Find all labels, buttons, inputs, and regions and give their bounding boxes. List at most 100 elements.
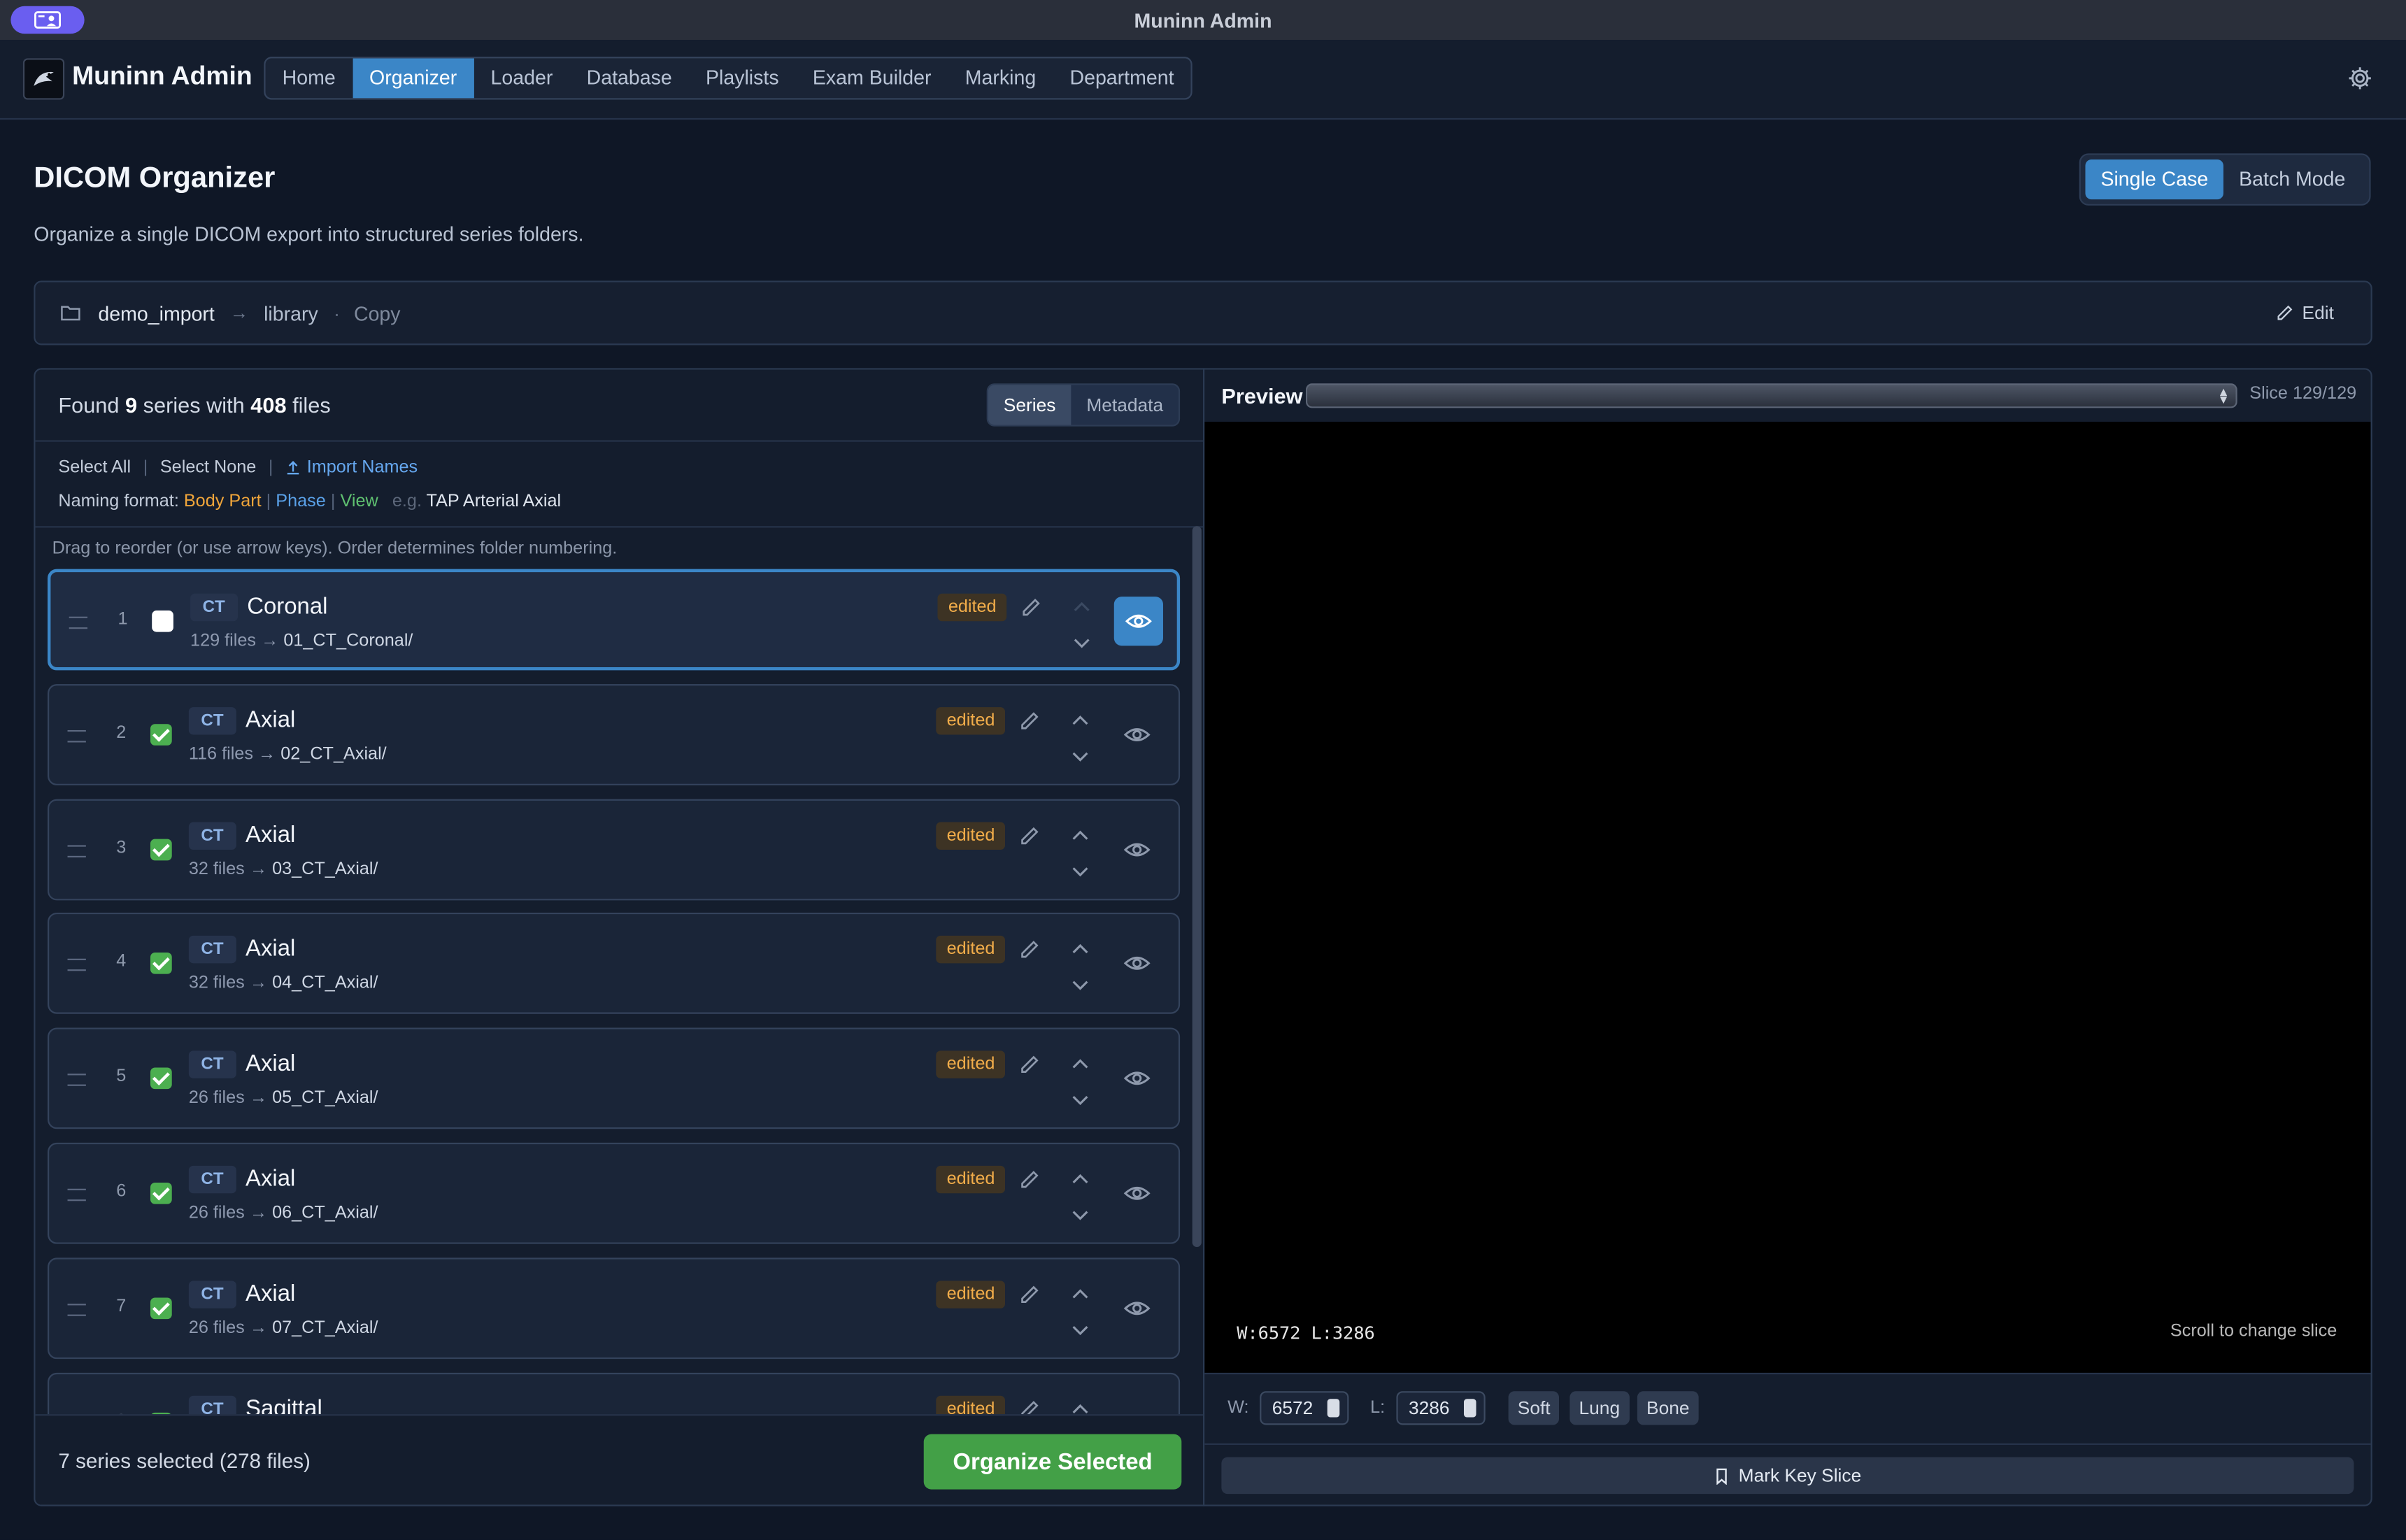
nav-tab-database[interactable]: Database: [569, 58, 688, 98]
import-names-link[interactable]: Import Names: [285, 459, 418, 477]
move-up-icon[interactable]: [1069, 1397, 1091, 1413]
preset-bone-button[interactable]: Bone: [1637, 1391, 1699, 1425]
modality-badge: CT: [188, 821, 236, 850]
page-subtitle: Organize a single DICOM export into stru…: [34, 222, 584, 245]
batch-mode-button[interactable]: Batch Mode: [2223, 159, 2361, 199]
series-row[interactable]: 2 CT Axial 116 files → 02_CT_Axial/edited: [48, 683, 1181, 785]
nav-tab-department[interactable]: Department: [1053, 58, 1190, 98]
select-none-link[interactable]: Select None: [160, 459, 256, 477]
edited-badge: edited: [937, 593, 1007, 622]
series-row[interactable]: 6 CT Axial 26 files → 06_CT_Axial/edited: [48, 1142, 1181, 1244]
eye-icon[interactable]: [1113, 1169, 1162, 1218]
arrow: →: [257, 745, 276, 764]
series-list: 1 CT Coronal 129 files → 01_CT_Coronal/edit…: [35, 566, 1193, 1416]
move-down-icon[interactable]: [1069, 1318, 1091, 1335]
series-checkbox[interactable]: [150, 1067, 172, 1090]
move-down-icon[interactable]: [1069, 743, 1091, 762]
move-up-icon[interactable]: [1069, 938, 1091, 954]
mark-key-slice-button[interactable]: Mark Key Slice: [1221, 1457, 2354, 1495]
series-checkbox[interactable]: [150, 723, 172, 746]
image-viewport[interactable]: W:6572 L:3286 Scroll to change slice: [1204, 422, 2371, 1373]
move-down-icon[interactable]: [1069, 1088, 1091, 1106]
series-summary-row: Found 9 series with 408 files Series Met…: [35, 370, 1204, 442]
eye-icon[interactable]: [1113, 1283, 1162, 1332]
window-pill-icon[interactable]: [10, 6, 85, 34]
stepper-icon[interactable]: [1327, 1399, 1340, 1418]
preset-lung-button[interactable]: Lung: [1569, 1391, 1630, 1425]
series-number: 2: [116, 723, 127, 743]
pencil-icon[interactable]: [1020, 597, 1042, 618]
pencil-icon[interactable]: [1019, 710, 1041, 732]
eye-icon[interactable]: [1113, 825, 1162, 874]
drag-handle-icon[interactable]: [67, 844, 86, 857]
target-folder: 04_CT_Axial/: [272, 974, 378, 993]
move-down-icon[interactable]: [1069, 858, 1091, 876]
preset-soft-button[interactable]: Soft: [1508, 1391, 1560, 1425]
move-down-icon[interactable]: [1069, 973, 1091, 991]
tab-series[interactable]: Series: [988, 385, 1072, 425]
slice-slider[interactable]: ▲ ▼: [1306, 383, 2237, 408]
organize-selected-button[interactable]: Organize Selected: [923, 1434, 1182, 1490]
pencil-icon[interactable]: [1019, 1283, 1041, 1305]
top-nav: Muninn Admin Home Organizer Loader Datab…: [0, 40, 2406, 120]
drag-handle-icon[interactable]: [69, 616, 88, 629]
eye-icon[interactable]: [1113, 1398, 1162, 1416]
stepper-icon[interactable]: [1463, 1399, 1476, 1418]
series-row[interactable]: 5 CT Axial 26 files → 05_CT_Axial/edited: [48, 1027, 1181, 1129]
drag-handle-icon[interactable]: [67, 959, 86, 972]
window-title: Muninn Admin: [1134, 8, 1272, 31]
arrow: →: [249, 860, 268, 878]
nav-tab-loader[interactable]: Loader: [474, 58, 569, 98]
select-all-link[interactable]: Select All: [58, 459, 131, 477]
eye-icon[interactable]: [1113, 1054, 1162, 1103]
series-number: 1: [118, 610, 128, 629]
series-checkbox[interactable]: [150, 1182, 172, 1204]
nav-tab-playlists[interactable]: Playlists: [689, 58, 796, 98]
move-up-icon[interactable]: [1069, 823, 1091, 839]
path-bar: demo_import → library · Copy Edit: [34, 280, 2372, 345]
series-checkbox[interactable]: [152, 610, 173, 632]
drag-handle-icon[interactable]: [67, 1188, 86, 1202]
series-checkbox[interactable]: [150, 838, 172, 860]
series-row[interactable]: 7 CT Axial 26 files → 07_CT_Axial/edited: [48, 1257, 1181, 1359]
move-up-icon[interactable]: [1071, 595, 1092, 611]
drag-handle-icon[interactable]: [67, 1303, 86, 1316]
selection-controls: Select All | Select None | Import Names: [58, 459, 418, 477]
nav-tab-home[interactable]: Home: [266, 58, 353, 98]
gear-icon[interactable]: [2346, 64, 2373, 92]
tab-metadata[interactable]: Metadata: [1071, 385, 1179, 425]
series-row[interactable]: 3 CT Axial 32 files → 03_CT_Axial/edited: [48, 798, 1181, 900]
pencil-icon[interactable]: [1019, 1169, 1041, 1190]
series-checkbox[interactable]: [150, 953, 172, 975]
window-width-input[interactable]: 6572: [1260, 1391, 1349, 1425]
move-up-icon[interactable]: [1069, 1167, 1091, 1184]
pencil-icon[interactable]: [1019, 1398, 1041, 1416]
eye-icon[interactable]: [1113, 597, 1163, 646]
single-case-button[interactable]: Single Case: [2085, 159, 2224, 200]
move-up-icon[interactable]: [1069, 1282, 1091, 1299]
window-level-input[interactable]: 3286: [1396, 1391, 1486, 1425]
move-down-icon[interactable]: [1071, 630, 1092, 648]
edit-path-button[interactable]: Edit: [2276, 302, 2334, 324]
nav-tab-organizer[interactable]: Organizer: [352, 58, 474, 99]
move-up-icon[interactable]: [1069, 1053, 1091, 1069]
eye-icon[interactable]: [1113, 710, 1162, 759]
eye-icon[interactable]: [1113, 939, 1162, 988]
nav-tab-marking[interactable]: Marking: [948, 58, 1053, 98]
slider-thumb[interactable]: ▲ ▼: [2217, 386, 2229, 406]
drag-handle-icon[interactable]: [67, 729, 86, 743]
move-up-icon[interactable]: [1069, 708, 1091, 725]
pencil-icon[interactable]: [1019, 1054, 1041, 1076]
series-row[interactable]: 8CTSagittaledited: [48, 1372, 1181, 1416]
pencil-icon[interactable]: [1019, 939, 1041, 961]
nav-tab-exam-builder[interactable]: Exam Builder: [796, 58, 948, 98]
modality-badge: CT: [190, 593, 238, 622]
series-meta: 26 files → 06_CT_Axial/: [189, 1204, 378, 1222]
path-arrow: →: [229, 302, 249, 324]
drag-handle-icon[interactable]: [67, 1074, 86, 1087]
series-checkbox[interactable]: [150, 1297, 172, 1319]
pencil-icon[interactable]: [1019, 825, 1041, 846]
move-down-icon[interactable]: [1069, 1202, 1091, 1220]
series-row[interactable]: 1 CT Coronal 129 files → 01_CT_Coronal/edit…: [48, 569, 1181, 671]
series-row[interactable]: 4 CT Axial 32 files → 04_CT_Axial/edited: [48, 913, 1181, 1015]
